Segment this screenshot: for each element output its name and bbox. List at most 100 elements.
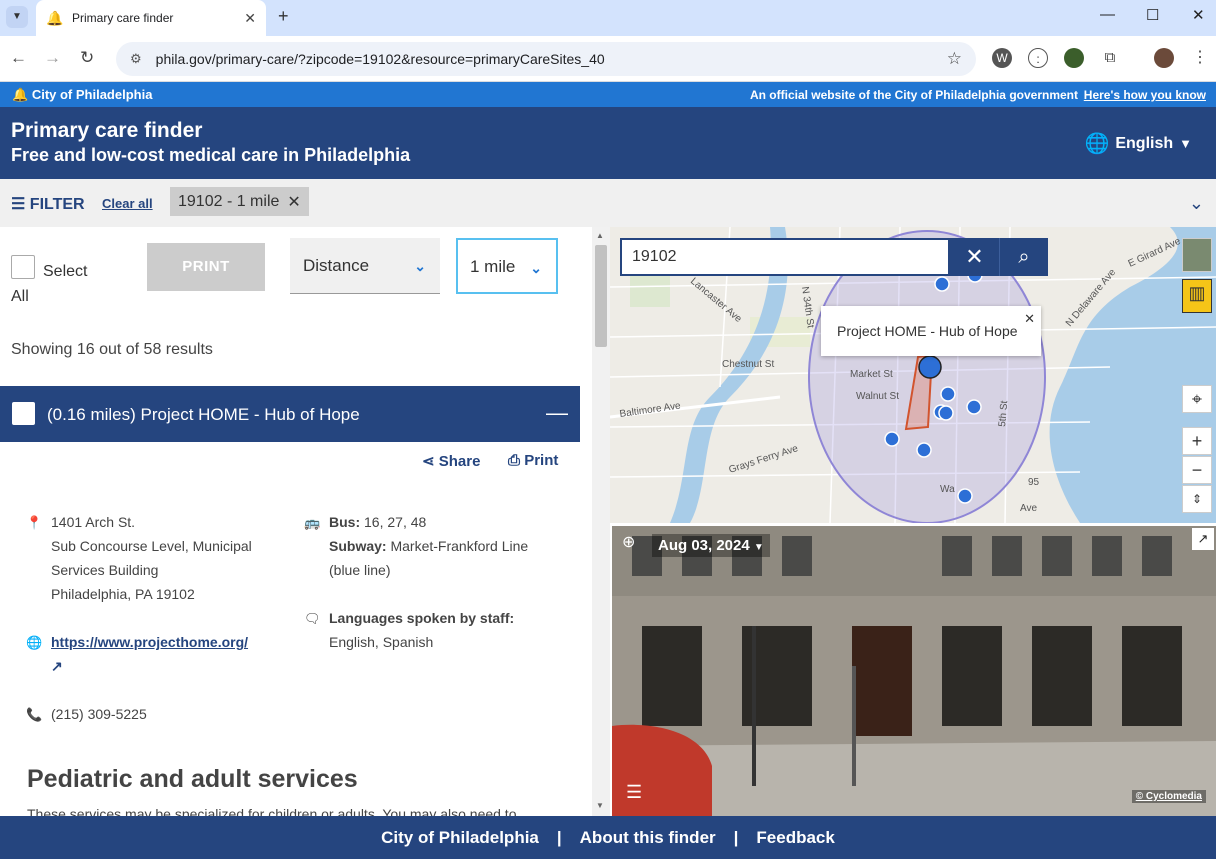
map-pin[interactable]	[916, 442, 932, 458]
result-title: (0.16 miles) Project HOME - Hub of Hope	[47, 405, 360, 424]
street-view-menu-icon[interactable]: ☰	[626, 782, 642, 803]
url-text: phila.gov/primary-care/?zipcode=19102&re…	[155, 51, 605, 67]
globe-icon: 🌐	[26, 635, 43, 650]
external-link-icon[interactable]: ↗	[51, 654, 271, 678]
chip-label: 19102 - 1 mile	[178, 192, 280, 210]
url-field[interactable]: ⚙ phila.gov/primary-care/?zipcode=19102&…	[116, 42, 976, 76]
map-pin[interactable]	[934, 276, 950, 292]
result-checkbox[interactable]	[12, 402, 35, 425]
street-view[interactable]: ⊕ Aug 03, 2024 ▼ ↗ ☰ © Cyclomedia	[612, 526, 1216, 816]
scroll-up-icon[interactable]: ▲	[596, 231, 604, 240]
extension-w-icon[interactable]: W	[992, 48, 1012, 68]
svg-text:Lancaster Ave: Lancaster Ave	[688, 276, 744, 325]
map-pin[interactable]	[938, 405, 954, 421]
zoom-out-icon[interactable]: −	[1182, 456, 1212, 484]
city-home-link[interactable]: 🔔 City of Philadelphia	[12, 87, 152, 103]
profile-avatar[interactable]	[1154, 48, 1174, 68]
city-bell-icon: 🔔	[46, 10, 64, 26]
tab-close-icon[interactable]: ✕	[244, 10, 256, 27]
map-pin[interactable]	[884, 431, 900, 447]
footer-link-about[interactable]: About this finder	[580, 828, 716, 848]
popup-close-icon[interactable]: ✕	[1024, 311, 1035, 327]
share-button[interactable]: ⋖ Share	[422, 452, 480, 470]
open-external-icon[interactable]: ↗	[1192, 528, 1214, 550]
back-icon[interactable]: ←	[10, 48, 27, 68]
filter-bar: ☰ FILTER Clear all 19102 - 1 mile ✕ ⌄	[0, 179, 1216, 227]
map-popup: Project HOME - Hub of Hope ✕	[821, 306, 1041, 356]
how-you-know-link[interactable]: Here's how you know	[1084, 88, 1206, 102]
site-footer: City of Philadelphia | About this finder…	[0, 816, 1216, 859]
extensions-puzzle-icon[interactable]: ⧉	[1100, 48, 1120, 68]
street-view-image	[612, 526, 1216, 816]
address-block: 1401 Arch St. Sub Concourse Level, Munic…	[51, 514, 252, 602]
imagery-toggle-icon[interactable]	[1182, 238, 1212, 272]
close-window-icon[interactable]: ✕	[1192, 6, 1205, 24]
search-clear-icon[interactable]: ✕	[950, 238, 999, 276]
street-view-date-select[interactable]: Aug 03, 2024 ▼	[652, 534, 770, 557]
filter-toggle[interactable]: ☰ FILTER	[11, 194, 85, 214]
compass-icon[interactable]: ⇕	[1182, 485, 1212, 513]
map-view[interactable]: Chestnut St Market St Walnut St Baltimor…	[610, 227, 1216, 523]
reload-icon[interactable]: ↻	[80, 48, 94, 68]
sort-value: Distance	[303, 256, 370, 275]
city-band: 🔔 City of Philadelphia An official websi…	[0, 82, 1216, 107]
bus-icon: 🚌	[304, 515, 321, 530]
street-view-zoom-icon[interactable]: ⊕	[622, 532, 635, 552]
clear-all-link[interactable]: Clear all	[102, 196, 153, 211]
collapse-icon[interactable]: —	[546, 400, 568, 426]
new-tab-icon[interactable]: +	[278, 6, 289, 27]
search-icon[interactable]: ⌕	[999, 238, 1048, 276]
svg-text:Chestnut St: Chestnut St	[722, 359, 774, 370]
footer-link-city[interactable]: City of Philadelphia	[381, 828, 539, 848]
maximize-icon[interactable]: ☐	[1146, 6, 1159, 24]
extension-face-icon[interactable]: :	[1028, 48, 1048, 68]
map-pin[interactable]	[966, 399, 982, 415]
popup-text: Project HOME - Hub of Hope	[837, 323, 1018, 339]
select-all-label[interactable]: Select All	[11, 259, 101, 309]
sort-select[interactable]: Distance ⌄	[290, 238, 440, 294]
radius-select[interactable]: 1 mile ⌄	[456, 238, 558, 294]
svg-text:95: 95	[1028, 477, 1040, 488]
scroll-thumb[interactable]	[595, 245, 607, 347]
site-info-icon[interactable]: ⚙	[130, 51, 142, 67]
minimize-icon[interactable]: —	[1100, 6, 1115, 23]
map-pin[interactable]	[957, 488, 973, 504]
language-selector[interactable]: 🌐 English ▼	[1084, 131, 1192, 156]
cyclomedia-credit[interactable]: © Cyclomedia	[1131, 790, 1206, 803]
tab-title: Primary care finder	[72, 11, 174, 25]
browser-tab[interactable]: 🔔 Primary care finder ✕	[36, 0, 266, 36]
radius-value: 1 mile	[470, 257, 516, 276]
languages-block: Languages spoken by staff: English, Span…	[329, 610, 515, 650]
map-pin[interactable]	[940, 386, 956, 402]
map-search-input[interactable]: 19102	[620, 238, 950, 276]
results-count: Showing 16 out of 58 results	[11, 341, 213, 358]
extension-color-icon[interactable]	[1064, 48, 1084, 68]
forward-icon[interactable]: →	[44, 48, 61, 68]
tab-search-icon[interactable]: ▼	[6, 6, 28, 28]
print-button[interactable]: PRINT	[147, 243, 265, 291]
official-text: An official website of the City of Phila…	[749, 88, 1078, 102]
print-result-button[interactable]: ⎙ Print	[508, 452, 558, 469]
browser-menu-icon[interactable]: ⋮	[1190, 48, 1210, 68]
address-bar: ← → ↻ ⚙ phila.gov/primary-care/?zipcode=…	[0, 36, 1216, 82]
filter-chip[interactable]: 19102 - 1 mile ✕	[170, 187, 309, 216]
page-title: Primary care finder	[11, 119, 203, 142]
bookmark-star-icon[interactable]: ☆	[947, 49, 962, 69]
page-subtitle: Free and low-cost medical care in Philad…	[11, 145, 411, 165]
map-pin-icon: 📍	[26, 515, 43, 530]
selected-map-pin[interactable]	[918, 355, 942, 379]
website-block: https://www.projecthome.org/ ↗	[51, 630, 271, 678]
buildings-toggle-icon[interactable]: ▥	[1182, 279, 1212, 313]
printer-icon: ⎙	[508, 452, 521, 469]
chip-remove-icon[interactable]: ✕	[287, 192, 300, 212]
website-link[interactable]: https://www.projecthome.org/	[51, 634, 248, 650]
footer-link-feedback[interactable]: Feedback	[756, 828, 834, 848]
services-text: These services may be specialized for ch…	[27, 806, 517, 816]
zoom-in-icon[interactable]: +	[1182, 427, 1212, 455]
results-scrollbar[interactable]: ▲ ▼	[592, 227, 610, 816]
result-accordion-header[interactable]: (0.16 miles) Project HOME - Hub of Hope …	[0, 386, 580, 442]
filter-expand-chevron-icon[interactable]: ⌄	[1189, 193, 1204, 214]
locate-me-icon[interactable]: ⌖	[1182, 385, 1212, 413]
svg-text:Grays Ferry Ave: Grays Ferry Ave	[728, 443, 800, 476]
scroll-down-icon[interactable]: ▼	[596, 801, 604, 810]
